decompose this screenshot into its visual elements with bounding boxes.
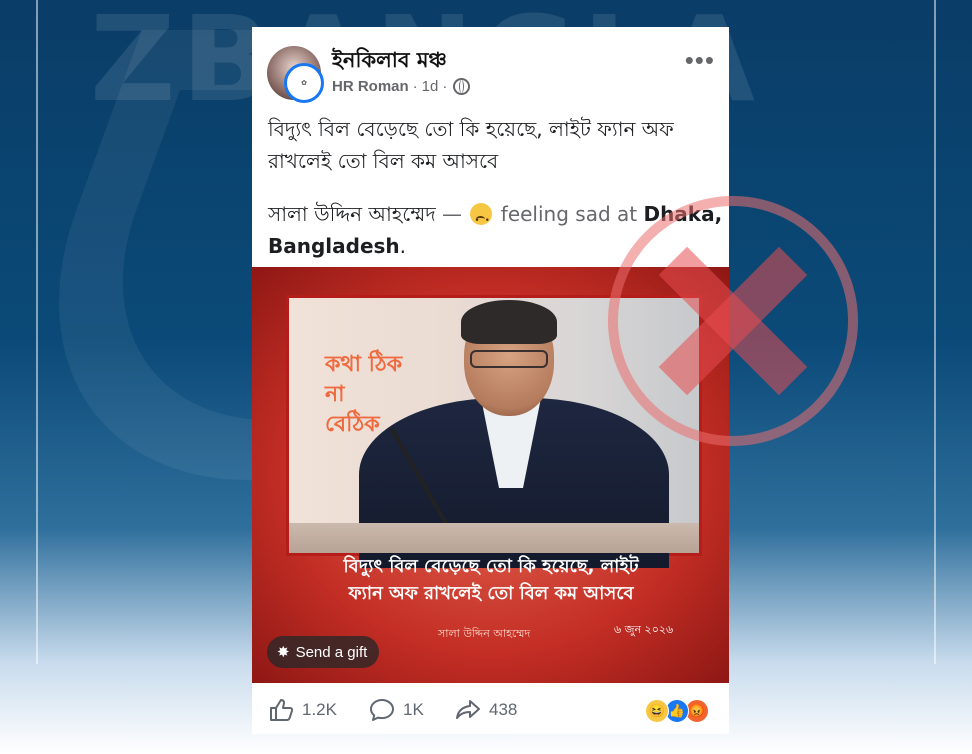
banner-line: ফ্যান অফ রাখলেই তো বিল কম আসবে: [348, 583, 634, 604]
banner-line: বিদ্যুৎ বিল বেড়েছে তো কি হয়েছে, লাইট: [343, 556, 639, 577]
location-link[interactable]: Bangladesh: [268, 234, 400, 258]
share-count: 438: [489, 700, 518, 719]
reaction-summary[interactable]: 😆 👍 😡: [645, 699, 713, 723]
page-name[interactable]: ইনকিলাব মঞ্চ: [332, 44, 447, 79]
comment-icon: [370, 699, 394, 721]
comment-count: 1K: [403, 700, 424, 719]
like-count: 1.2K: [302, 700, 337, 719]
post-action-bar: 1.2K 1K 438 😆 👍 😡: [252, 683, 729, 734]
post-text: বিদ্যুৎ বিল বেড়েছে তো কি হয়েছে, লাইট ফ…: [268, 113, 718, 177]
more-options-icon[interactable]: •••: [685, 45, 715, 76]
post-header: ✿ ইনকিলাব মঞ্চ HR Roman · 1d · •••: [252, 27, 729, 111]
feeling-text: feeling sad at: [500, 202, 638, 226]
desk: [289, 523, 699, 553]
send-gift-label: Send a gift: [295, 643, 368, 661]
caption-word: কথা ঠিক: [325, 352, 403, 377]
divider-left: [36, 0, 38, 664]
location-end: .: [399, 234, 407, 258]
post-meta: HR Roman · 1d ·: [332, 78, 471, 95]
image-speaker-name: সালা উদ্দিন আহম্মেদ: [438, 627, 531, 640]
tagged-person[interactable]: সালা উদ্দিন আহম্মেদ: [268, 202, 436, 226]
like-button[interactable]: 1.2K: [268, 698, 337, 722]
divider-right: [934, 0, 936, 664]
send-gift-button[interactable]: ✸ Send a gift: [267, 636, 380, 668]
caption-word: না: [325, 382, 345, 407]
comment-button[interactable]: 1K: [369, 698, 424, 722]
person-hair: [461, 300, 557, 344]
post-text-line: বিদ্যুৎ বিল বেড়েছে তো কি হয়েছে, লাইট ফ…: [268, 117, 674, 141]
sad-emoji-icon: [470, 203, 493, 237]
profile-avatar-badge[interactable]: ✿: [284, 63, 324, 103]
meta-separator: ·: [412, 78, 418, 95]
author-name[interactable]: HR Roman: [332, 78, 409, 95]
caption-word: বেঠিক: [325, 412, 380, 437]
false-claim-x-mark: [608, 196, 858, 446]
tag-dash: —: [435, 202, 469, 226]
image-caption-words: কথা ঠিক না বেঠিক: [325, 350, 402, 440]
gift-icon: ✸: [277, 644, 290, 661]
thumbs-up-icon: [270, 699, 294, 721]
meta-separator: ·: [442, 78, 448, 95]
glasses: [470, 350, 548, 368]
globe-icon: [453, 78, 471, 95]
share-button[interactable]: 438: [455, 698, 517, 722]
image-date: ৬ জুন ২০২৬: [614, 623, 674, 636]
post-time[interactable]: 1d: [422, 78, 439, 95]
share-icon: [456, 700, 480, 719]
laugh-reaction-icon: 😆: [645, 699, 669, 723]
post-text-line: রাখলেই তো বিল কম আসবে: [268, 149, 499, 173]
